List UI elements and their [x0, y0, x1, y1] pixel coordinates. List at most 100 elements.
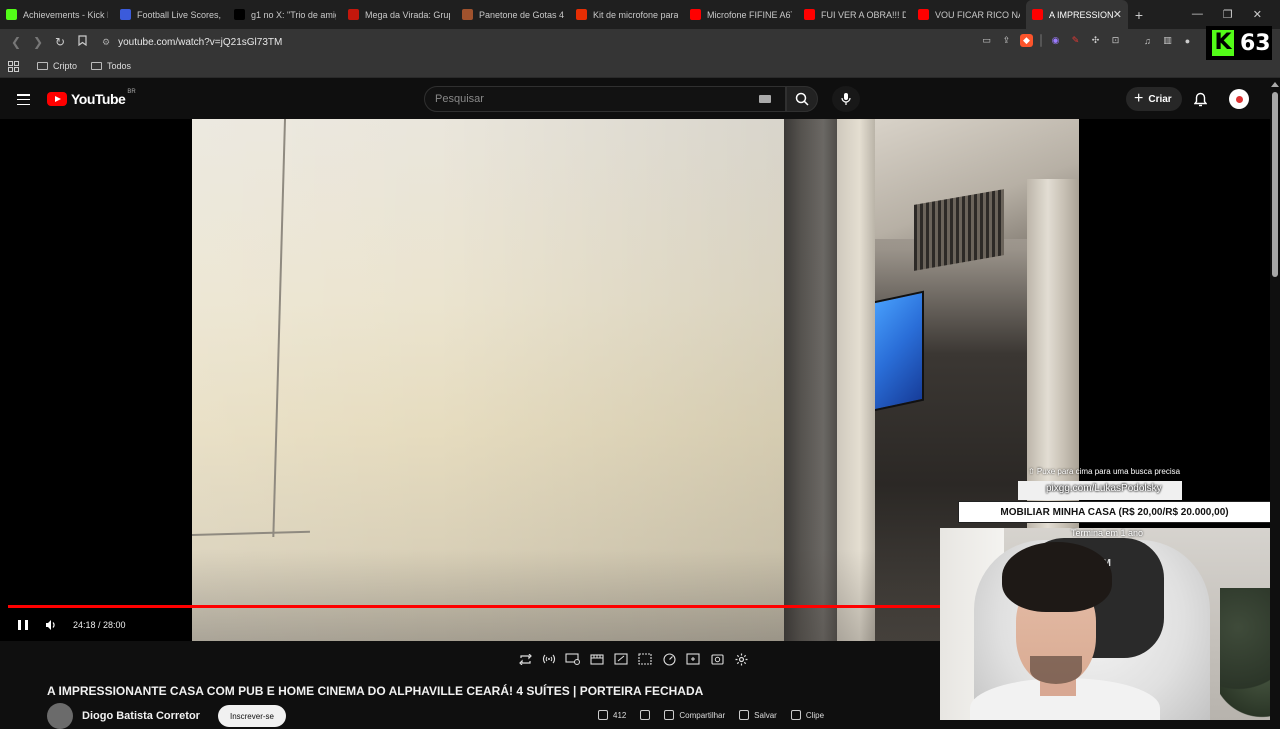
tab-title: Microfone FIFINE A6T	[707, 9, 792, 20]
tab-title: FUI VER A OBRA!!! DA	[821, 9, 906, 20]
voice-search-button[interactable]	[832, 86, 860, 112]
folder-icon	[91, 62, 103, 70]
sidebar-icon[interactable]: ▥	[1161, 34, 1174, 47]
channel-name[interactable]: Diogo Batista Corretor	[82, 710, 200, 722]
keyboard-icon[interactable]	[759, 95, 771, 103]
dropper-icon[interactable]: ✎	[1069, 34, 1082, 47]
audio-focus-icon[interactable]	[541, 652, 557, 666]
tab-title: Kit de microfone para	[593, 9, 678, 20]
subtitles-icon[interactable]	[637, 652, 653, 666]
x-icon	[234, 9, 245, 20]
share-button[interactable]: Compartilhar	[664, 710, 725, 720]
browser-tab[interactable]: Mega da Virada: Grupo	[342, 0, 456, 29]
browser-tab[interactable]: A IMPRESSION ✕	[1026, 0, 1128, 29]
scroll-up-icon[interactable]	[1271, 82, 1279, 87]
like-button[interactable]: 412	[598, 710, 626, 720]
save-label: Salvar	[754, 710, 777, 720]
browser-tab[interactable]: VOU FICAR RICO NA R	[912, 0, 1026, 29]
pause-icon	[18, 620, 28, 630]
browser-tab[interactable]: g1 no X: "Trio de amig	[228, 0, 342, 29]
browser-tab[interactable]: Microfone FIFINE A6T	[684, 0, 798, 29]
webcam-feed: YM	[940, 528, 1280, 720]
bookmark-folder-todos[interactable]: Todos	[91, 61, 131, 71]
dislike-button[interactable]	[640, 710, 651, 720]
pause-button[interactable]	[16, 618, 30, 632]
plus-icon: +	[1134, 90, 1144, 107]
kick-counter-widget: K 63	[1206, 26, 1272, 60]
menu-icon[interactable]	[17, 94, 30, 105]
scroll-thumb[interactable]	[1272, 92, 1278, 277]
site-info-icon[interactable]: ⚙	[102, 37, 110, 48]
kick-icon	[6, 9, 17, 20]
minimize-icon[interactable]: —	[1192, 8, 1203, 21]
account-avatar[interactable]	[1229, 89, 1249, 109]
share-icon[interactable]: ⇪	[1000, 34, 1013, 47]
player-extension-toolbar	[517, 649, 749, 669]
close-window-icon[interactable]: ✕	[1253, 8, 1262, 21]
close-tab-icon[interactable]: ✕	[1113, 8, 1122, 21]
browser-tab[interactable]: Football Live Scores, F	[114, 0, 228, 29]
tab-title: Achievements - Kick D	[23, 9, 108, 20]
bookmark-icon[interactable]	[72, 35, 92, 49]
folder-icon	[37, 62, 48, 70]
tab-title: A IMPRESSION	[1049, 9, 1113, 20]
apps-grid-icon[interactable]	[8, 60, 19, 72]
expand-icon[interactable]	[613, 652, 629, 666]
brave-shield-icon[interactable]: ◆	[1020, 34, 1033, 47]
save-button[interactable]: Salvar	[739, 710, 777, 720]
watch-list-icon[interactable]	[565, 652, 581, 666]
page-scrollbar[interactable]	[1270, 80, 1280, 720]
browser-tab[interactable]: Kit de microfone para	[570, 0, 684, 29]
browser-tab[interactable]: Panetone de Gotas 45	[456, 0, 570, 29]
camera-icon[interactable]	[709, 652, 725, 666]
share-label: Compartilhar	[679, 710, 726, 720]
search-input[interactable]	[435, 93, 735, 105]
youtube-wordmark: YouTube	[71, 91, 126, 107]
url-field[interactable]: ⚙ youtube.com/watch?v=jQ21sGl73TM	[102, 37, 282, 48]
notifications-icon[interactable]	[1192, 91, 1208, 107]
cinema-mode-icon[interactable]	[589, 652, 605, 666]
window-controls: — ❐ ✕	[1192, 8, 1280, 21]
youtube-header: YouTube BR + Criar	[0, 80, 1280, 119]
cast-icon[interactable]: ▭	[980, 34, 993, 47]
loop-icon[interactable]	[517, 652, 533, 666]
restore-icon[interactable]: ❐	[1223, 8, 1233, 21]
subscribe-button[interactable]: Inscrever-se	[217, 705, 286, 727]
settings-icon[interactable]	[733, 652, 749, 666]
volume-button[interactable]	[44, 618, 58, 632]
music-icon[interactable]: ♫	[1141, 34, 1154, 47]
new-tab-button[interactable]: +	[1128, 7, 1150, 23]
clip-button[interactable]: Clipe	[790, 710, 824, 720]
overlay-hint: ⇧ Puxe para cima para uma busca precisa	[1028, 467, 1181, 476]
back-icon[interactable]: ❮	[6, 35, 26, 49]
football-icon	[120, 9, 131, 20]
tab-list: Achievements - Kick D Football Live Score…	[0, 0, 1128, 29]
like-count: 412	[613, 710, 627, 720]
tab-title: Football Live Scores, F	[137, 9, 222, 20]
bookmark-label: Cripto	[53, 61, 78, 71]
picture-in-picture-icon[interactable]	[685, 652, 701, 666]
create-button[interactable]: + Criar	[1126, 87, 1182, 111]
puzzle-icon[interactable]: ✣	[1089, 34, 1102, 47]
profile-icon[interactable]: ●	[1181, 34, 1194, 47]
youtube-logo[interactable]: YouTube BR	[47, 89, 136, 107]
screenshot-icon[interactable]: ⊡	[1109, 34, 1122, 47]
channel-avatar[interactable]	[47, 703, 73, 729]
tab-title: Panetone de Gotas 45	[479, 9, 564, 20]
microphone-icon	[841, 93, 851, 105]
url-text: youtube.com/watch?v=jQ21sGl73TM	[118, 36, 283, 48]
youtube-play-icon	[47, 92, 67, 106]
thumbs-down-icon	[640, 710, 651, 720]
forward-icon[interactable]: ❯	[28, 35, 48, 49]
search-box	[424, 86, 786, 112]
leo-icon[interactable]: ◉	[1049, 34, 1062, 47]
browser-tab[interactable]: FUI VER A OBRA!!! DA	[798, 0, 912, 29]
bookmark-folder-cripto[interactable]: Cripto	[37, 61, 77, 71]
tab-title: g1 no X: "Trio de amig	[251, 9, 336, 20]
reload-icon[interactable]: ↻	[50, 35, 70, 49]
time-display: 24:18 / 28:00	[73, 620, 126, 630]
speed-icon[interactable]	[661, 652, 677, 666]
search-button[interactable]	[786, 86, 818, 112]
webcam-person-beard	[1030, 656, 1082, 684]
browser-tab[interactable]: Achievements - Kick D	[0, 0, 114, 29]
